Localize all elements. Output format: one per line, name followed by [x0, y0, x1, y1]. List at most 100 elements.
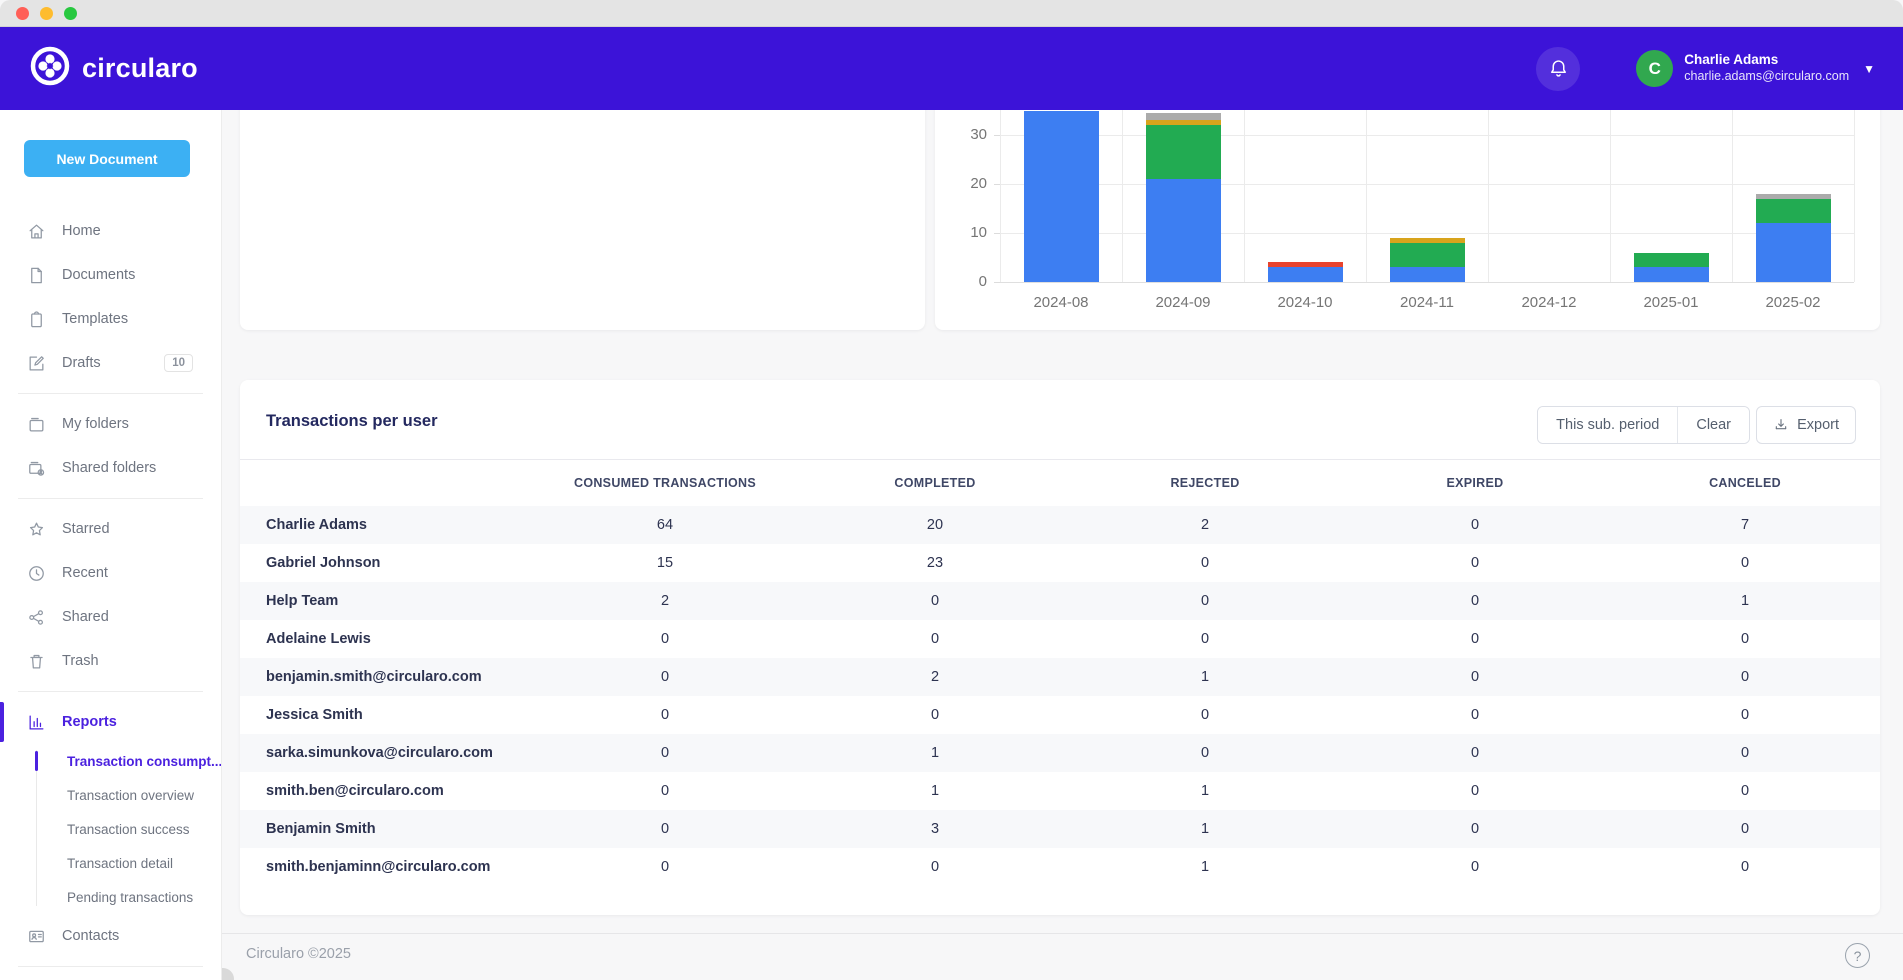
- sidebar-item-contacts[interactable]: Contacts: [0, 914, 221, 958]
- sidebar-item-starred[interactable]: Starred: [0, 507, 221, 551]
- sidebar-item-my-folders[interactable]: My folders: [0, 402, 221, 446]
- bar-segment-blue-2025-02: [1756, 223, 1831, 282]
- bar-segment-green-2025-02: [1756, 199, 1831, 224]
- h-gridline: [1000, 282, 1854, 283]
- sidebar-item-shared[interactable]: Shared: [0, 595, 221, 639]
- clear-button[interactable]: Clear: [1677, 407, 1749, 443]
- table-row: benjamin.smith@circularo.com02100: [240, 658, 1880, 696]
- v-gridline: [1244, 110, 1245, 282]
- sidebar-item-documents[interactable]: Documents: [0, 253, 221, 297]
- table-row: smith.benjaminn@circularo.com00100: [240, 848, 1880, 886]
- h-gridline: [1000, 135, 1854, 136]
- notifications-button[interactable]: [1536, 47, 1580, 91]
- user-menu[interactable]: C Charlie Adams charlie.adams@circularo.…: [1636, 50, 1875, 87]
- value-cell: 2: [530, 593, 800, 609]
- user-name-cell: smith.ben@circularo.com: [240, 783, 530, 799]
- bar-segment-blue-2024-08: [1024, 111, 1099, 283]
- sidebar-item-templates[interactable]: Templates: [0, 297, 221, 341]
- close-window-button[interactable]: [16, 7, 29, 20]
- sidebar-subitem-transaction-consumpt[interactable]: Transaction consumpt...: [0, 744, 221, 778]
- v-gridline: [1488, 110, 1489, 282]
- value-cell: 0: [1340, 593, 1610, 609]
- value-cell: 0: [1610, 821, 1880, 837]
- sidebar-item-trash[interactable]: Trash: [0, 639, 221, 683]
- value-cell: 0: [1070, 555, 1340, 571]
- value-cell: 3: [800, 821, 1070, 837]
- value-cell: 2: [800, 669, 1070, 685]
- zoom-window-button[interactable]: [64, 7, 77, 20]
- table-row: Charlie Adams6420207: [240, 506, 1880, 544]
- v-gridline: [1366, 110, 1367, 282]
- value-cell: 1: [1610, 593, 1880, 609]
- x-axis-category-label: 2024-12: [1488, 294, 1610, 311]
- help-button[interactable]: ?: [1845, 943, 1870, 968]
- v-gridline: [1854, 110, 1855, 282]
- reports-subnav: Transaction consumpt...Transaction overv…: [0, 744, 221, 914]
- column-header: CONSUMED TRANSACTIONS: [530, 476, 800, 490]
- column-header: CANCELED: [1610, 476, 1880, 490]
- sidebar-subitem-transaction-success[interactable]: Transaction success: [0, 812, 221, 846]
- minimize-window-button[interactable]: [40, 7, 53, 20]
- share-icon: [27, 608, 46, 627]
- bar-segment-green-2024-11: [1390, 243, 1465, 268]
- sidebar-nav: HomeDocumentsTemplatesDrafts10 My folders…: [0, 209, 221, 967]
- chevron-down-icon: ▼: [1863, 62, 1875, 76]
- x-axis-category-label: 2024-11: [1366, 294, 1488, 311]
- template-icon: [27, 310, 46, 329]
- value-cell: 7: [1610, 517, 1880, 533]
- document-icon: [27, 266, 46, 285]
- value-cell: 0: [800, 859, 1070, 875]
- sidebar-subitem-pending-transactions[interactable]: Pending transactions: [0, 880, 221, 914]
- sidebar-item-label: Reports: [62, 714, 117, 730]
- sidebar-item-label: Trash: [62, 653, 99, 669]
- bell-icon: [1548, 58, 1569, 79]
- home-icon: [27, 222, 46, 241]
- app-header: circularo C Charlie Adams charlie.adams@…: [0, 27, 1903, 110]
- sidebar-item-label: Contacts: [62, 928, 119, 944]
- sidebar-subitem-transaction-overview[interactable]: Transaction overview: [0, 778, 221, 812]
- value-cell: 0: [1340, 669, 1610, 685]
- sidebar-item-reports[interactable]: Reports: [0, 700, 221, 744]
- bar-segment-blue-2024-10: [1268, 267, 1343, 282]
- h-gridline: [1000, 184, 1854, 185]
- table-row: Benjamin Smith03100: [240, 810, 1880, 848]
- sidebar-divider: [18, 691, 203, 692]
- footer-divider: [222, 933, 1903, 934]
- y-axis-tick-label: 30: [949, 126, 987, 143]
- new-document-button[interactable]: New Document: [24, 140, 190, 177]
- table-row: Gabriel Johnson1523000: [240, 544, 1880, 582]
- this-sub-period-button[interactable]: This sub. period: [1538, 407, 1677, 443]
- footer-copyright: Circularo ©2025: [246, 946, 351, 962]
- y-axis-tick-label: 10: [949, 224, 987, 241]
- sidebar-item-drafts[interactable]: Drafts10: [0, 341, 221, 385]
- transactions-per-user-card: Transactions per user This sub. period C…: [240, 380, 1880, 915]
- sidebar-item-shared-folders[interactable]: Shared folders: [0, 446, 221, 490]
- sidebar-item-label: Shared: [62, 609, 109, 625]
- value-cell: 1: [1070, 669, 1340, 685]
- value-cell: 0: [1610, 783, 1880, 799]
- value-cell: 0: [1070, 745, 1340, 761]
- value-cell: 0: [530, 859, 800, 875]
- sidebar-item-label: Starred: [62, 521, 110, 537]
- export-button[interactable]: Export: [1756, 406, 1856, 444]
- sidebar-item-label: Recent: [62, 565, 108, 581]
- value-cell: 0: [1340, 859, 1610, 875]
- value-cell: 0: [1340, 783, 1610, 799]
- brand[interactable]: circularo: [30, 46, 198, 91]
- value-cell: 20: [800, 517, 1070, 533]
- sidebar-subitem-transaction-detail[interactable]: Transaction detail: [0, 846, 221, 880]
- main-content: 01020302024-082024-092024-102024-112024-…: [222, 110, 1903, 980]
- chat-widget-partial[interactable]: [222, 968, 234, 980]
- sidebar-item-home[interactable]: Home: [0, 209, 221, 253]
- sidebar-item-recent[interactable]: Recent: [0, 551, 221, 595]
- value-cell: 0: [1340, 517, 1610, 533]
- table-header-row: CONSUMED TRANSACTIONSCOMPLETEDREJECTEDEX…: [240, 460, 1880, 506]
- value-cell: 0: [1610, 859, 1880, 875]
- user-name-cell: Charlie Adams: [240, 517, 530, 533]
- user-name: Charlie Adams: [1684, 52, 1849, 69]
- sidebar-item-label: Shared folders: [62, 460, 156, 476]
- bar-segment-red-2024-10: [1268, 262, 1343, 267]
- chart-card: 01020302024-082024-092024-102024-112024-…: [935, 110, 1880, 330]
- circularo-logo-icon: [30, 46, 70, 91]
- value-cell: 0: [1610, 669, 1880, 685]
